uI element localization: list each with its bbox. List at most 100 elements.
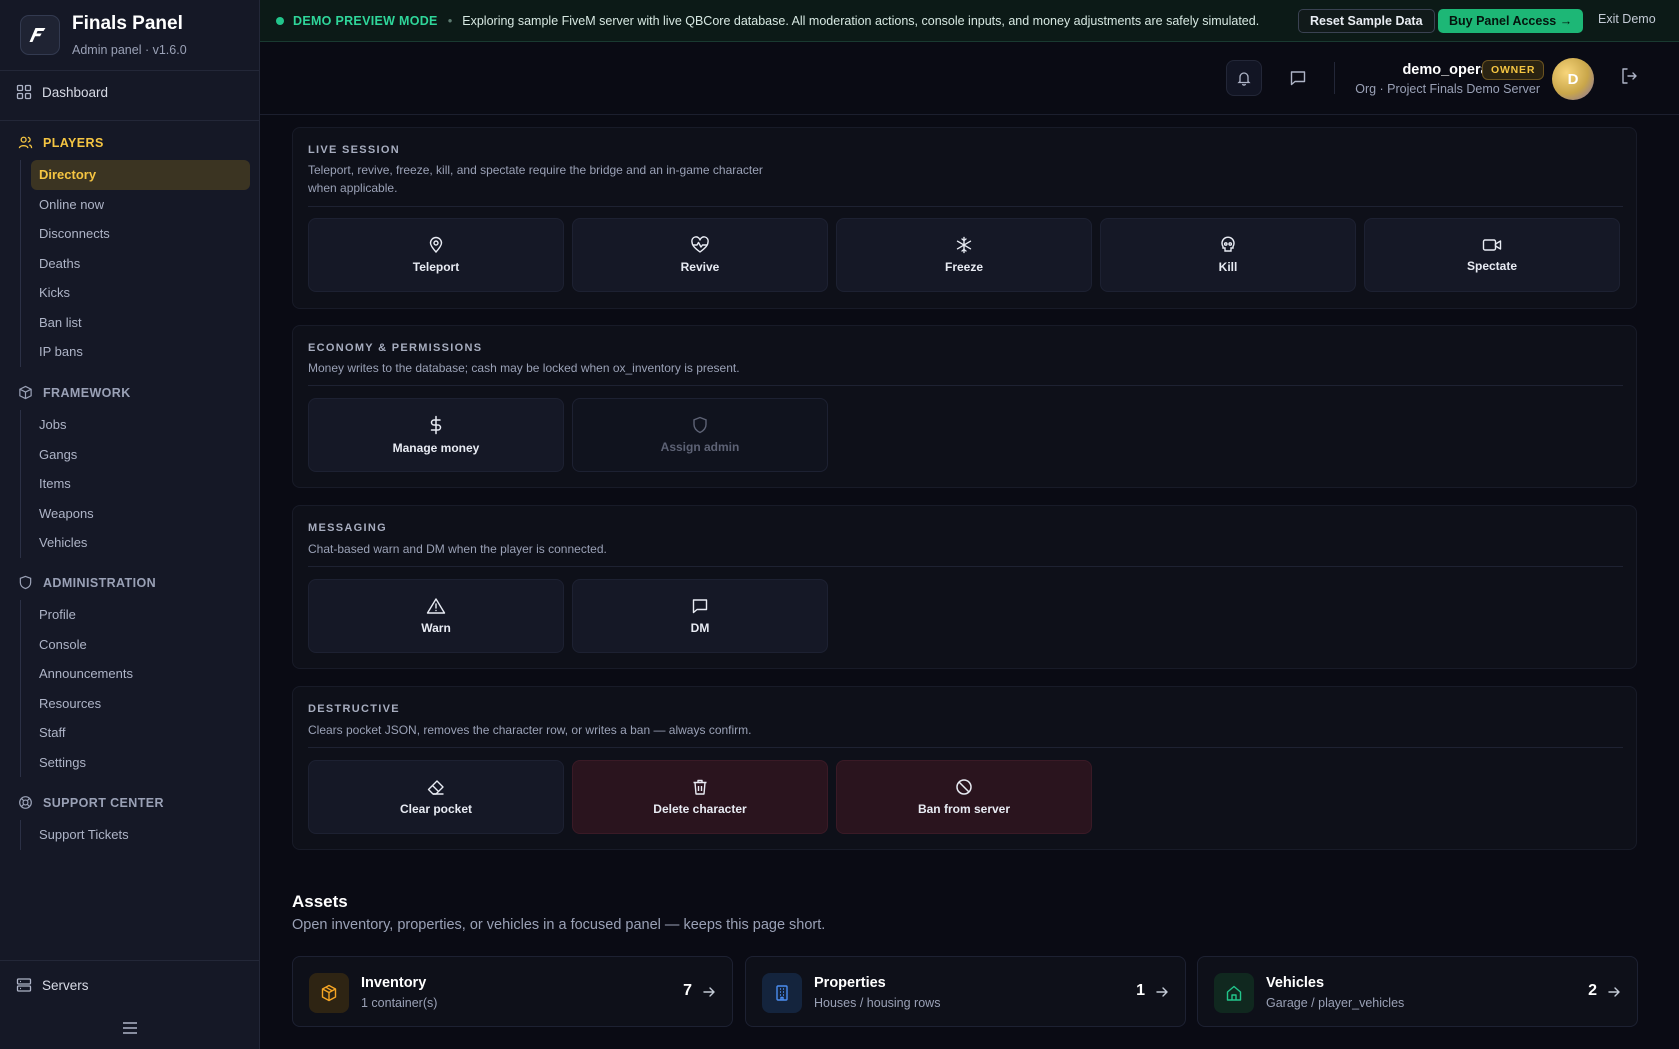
panel-description: Money writes to the database; cash may b… <box>308 361 740 375</box>
spectate-button[interactable]: Spectate <box>1364 218 1620 292</box>
ban-from-server-button[interactable]: Ban from server <box>836 760 1092 834</box>
divider <box>1334 62 1335 94</box>
server-icon <box>16 978 32 992</box>
support-list: Support Tickets <box>20 820 129 850</box>
skull-icon <box>1221 236 1235 252</box>
assets-title: Assets <box>292 892 348 911</box>
arrow-right-icon <box>702 985 716 999</box>
section-administration[interactable]: ADMINISTRATION <box>18 575 156 590</box>
building-icon <box>762 973 802 1013</box>
section-framework[interactable]: FRAMEWORK <box>18 385 131 400</box>
framework-list: Jobs Gangs Items Weapons Vehicles <box>20 410 94 558</box>
section-players[interactable]: PLAYERS <box>18 135 104 150</box>
snowflake-icon <box>956 236 972 254</box>
org-name: Org · Project Finals Demo Server <box>1355 82 1540 96</box>
trash-icon <box>693 779 707 795</box>
revive-button[interactable]: Revive <box>572 218 828 292</box>
cube-icon <box>19 385 32 400</box>
panel-title: ECONOMY & PERMISSIONS <box>308 342 483 354</box>
sidebar-item-console[interactable]: Console <box>21 630 133 660</box>
role-badge: OWNER <box>1482 60 1545 80</box>
asset-count: 2 <box>1588 982 1597 999</box>
asset-count: 1 <box>1136 982 1145 999</box>
sidebar-item-support-tickets[interactable]: Support Tickets <box>21 820 129 850</box>
brand: Finals Panel Admin panel · v1.6.0 <box>0 0 259 71</box>
panel-description: Teleport, revive, freeze, kill, and spec… <box>308 163 763 195</box>
assign-admin-button[interactable]: Assign admin <box>572 398 828 472</box>
exit-demo-link[interactable]: Exit Demo <box>1598 12 1656 26</box>
sidebar-item-gangs[interactable]: Gangs <box>21 440 94 470</box>
reset-sample-data-button[interactable]: Reset Sample Data <box>1298 9 1435 33</box>
sidebar-item-items[interactable]: Items <box>21 469 94 499</box>
assets-description: Open inventory, properties, or vehicles … <box>292 917 826 933</box>
message-square-icon <box>1290 71 1306 86</box>
avatar[interactable]: D <box>1552 58 1594 100</box>
sidebar-item-deaths[interactable]: Deaths <box>21 249 250 279</box>
bell-icon <box>1237 72 1251 86</box>
arrow-right-icon <box>1155 985 1169 999</box>
panel-description: Chat-based warn and DM when the player i… <box>308 542 607 556</box>
sidebar-item-ban-list[interactable]: Ban list <box>21 308 250 338</box>
warn-button[interactable]: Warn <box>308 579 564 653</box>
section-support-center[interactable]: SUPPORT CENTER <box>18 795 164 810</box>
players-list: Directory Online now Disconnects Deaths … <box>20 160 250 367</box>
package-icon <box>309 973 349 1013</box>
inventory-card[interactable]: Inventory 1 container(s) 7 <box>292 956 733 1027</box>
brand-subtitle: Admin panel · v1.6.0 <box>72 43 187 57</box>
top-header: demo_operator OWNER Org · Project Finals… <box>260 42 1679 115</box>
properties-card[interactable]: Properties Houses / housing rows 1 <box>745 956 1186 1027</box>
freeze-button[interactable]: Freeze <box>836 218 1092 292</box>
panel-title: DESTRUCTIVE <box>308 703 400 715</box>
sidebar-item-dashboard[interactable]: Dashboard <box>16 84 108 100</box>
asset-subtitle: 1 container(s) <box>361 996 438 1010</box>
dm-button[interactable]: DM <box>572 579 828 653</box>
sidebar-item-resources[interactable]: Resources <box>21 689 133 719</box>
alert-triangle-icon <box>426 598 446 614</box>
message-square-icon <box>692 599 708 614</box>
logo-f-icon <box>29 28 46 42</box>
shield-icon <box>19 575 32 590</box>
brand-title: Finals Panel <box>72 13 183 34</box>
sidebar-item-weapons[interactable]: Weapons <box>21 499 94 529</box>
kill-button[interactable]: Kill <box>1100 218 1356 292</box>
users-icon <box>18 136 33 149</box>
asset-count: 7 <box>683 982 692 999</box>
sidebar-item-announcements[interactable]: Announcements <box>21 659 133 689</box>
sidebar-item-servers[interactable]: Servers <box>16 977 89 993</box>
map-pin-icon <box>429 236 443 254</box>
sidebar-item-directory[interactable]: Directory <box>31 160 250 190</box>
economy-permissions-panel: ECONOMY & PERMISSIONS Money writes to th… <box>292 325 1637 488</box>
grid-icon <box>16 84 32 100</box>
notifications-button[interactable] <box>1226 60 1262 96</box>
logout-icon <box>1622 68 1637 84</box>
video-camera-icon <box>1482 239 1502 251</box>
clear-pocket-button[interactable]: Clear pocket <box>308 760 564 834</box>
sidebar-item-profile[interactable]: Profile <box>21 600 133 630</box>
lifebuoy-icon <box>19 796 32 809</box>
teleport-button[interactable]: Teleport <box>308 218 564 292</box>
sidebar-item-settings[interactable]: Settings <box>21 748 133 778</box>
asset-subtitle: Houses / housing rows <box>814 996 941 1010</box>
manage-money-button[interactable]: Manage money <box>308 398 564 472</box>
delete-character-button[interactable]: Delete character <box>572 760 828 834</box>
messages-button[interactable] <box>1280 60 1316 96</box>
demo-banner: DEMO PREVIEW MODE • Exploring sample Fiv… <box>260 0 1679 42</box>
administration-list: Profile Console Announcements Resources … <box>20 600 133 777</box>
asset-name: Inventory <box>361 975 427 991</box>
divider <box>308 385 1623 386</box>
buy-panel-access-button[interactable]: Buy Panel Access → <box>1438 9 1584 33</box>
sidebar-item-online-now[interactable]: Online now <box>21 190 250 220</box>
sidebar-item-ip-bans[interactable]: IP bans <box>21 337 250 367</box>
sidebar-item-kicks[interactable]: Kicks <box>21 278 250 308</box>
sidebar-item-vehicles[interactable]: Vehicles <box>21 528 94 558</box>
sidebar: Finals Panel Admin panel · v1.6.0 Dashbo… <box>0 0 260 1049</box>
bullet-separator: • <box>447 13 453 28</box>
sidebar-item-disconnects[interactable]: Disconnects <box>21 219 250 249</box>
sidebar-item-jobs[interactable]: Jobs <box>21 410 94 440</box>
vehicles-card[interactable]: Vehicles Garage / player_vehicles 2 <box>1197 956 1638 1027</box>
logout-button[interactable] <box>1619 66 1639 86</box>
sidebar-item-staff[interactable]: Staff <box>21 718 133 748</box>
asset-name: Vehicles <box>1266 975 1325 991</box>
menu-icon[interactable] <box>122 1021 138 1035</box>
app-logo <box>20 15 60 55</box>
